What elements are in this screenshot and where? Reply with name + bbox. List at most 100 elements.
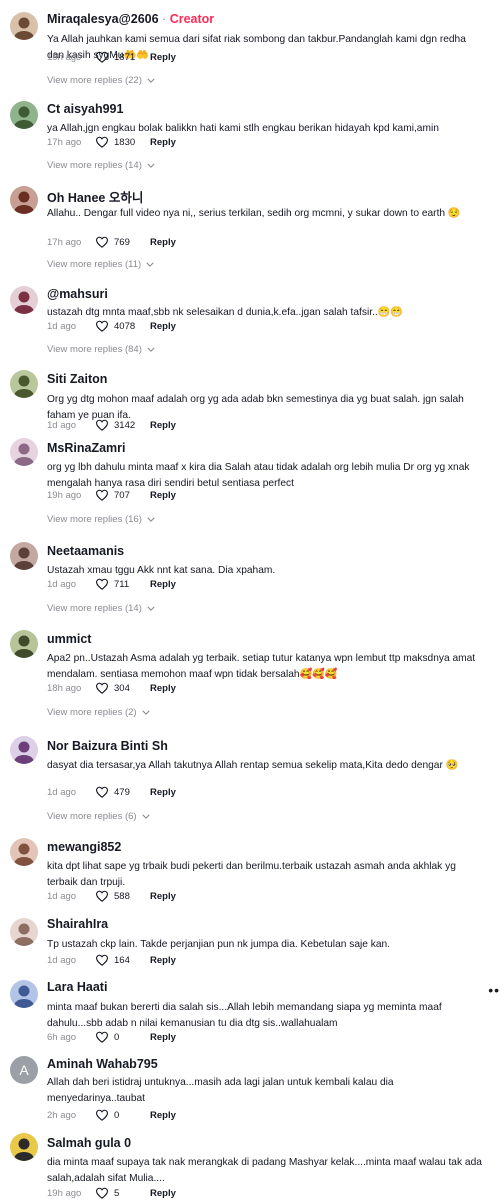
commenter-name[interactable]: @mahsuri: [47, 287, 108, 301]
view-more-replies-button[interactable]: View more replies (6): [47, 811, 150, 822]
reply-button[interactable]: Reply: [150, 1032, 176, 1043]
heart-icon[interactable]: [95, 578, 109, 590]
view-more-replies-button[interactable]: View more replies (2): [47, 707, 150, 718]
reply-button[interactable]: Reply: [150, 321, 176, 332]
reply-button[interactable]: Reply: [150, 787, 176, 798]
comment-time: 17h ago: [47, 136, 82, 148]
chevron-down-icon: [142, 160, 155, 171]
commenter-name[interactable]: Oh Hanee 오하니: [47, 191, 143, 205]
heart-icon[interactable]: [95, 489, 109, 501]
avatar[interactable]: [10, 101, 38, 129]
view-more-replies-label: View more replies (16): [47, 514, 142, 525]
avatar[interactable]: [10, 186, 38, 214]
heart-icon[interactable]: [95, 682, 109, 694]
comment-text: Apa2 pn..Ustazah Asma adalah yg terbaik.…: [47, 653, 476, 680]
view-more-replies-button[interactable]: View more replies (22): [47, 75, 155, 86]
commenter-name[interactable]: Neetaamanis: [47, 544, 124, 558]
avatar[interactable]: [10, 12, 38, 40]
commenter-name[interactable]: ummict: [47, 632, 91, 646]
commenter-name[interactable]: ShairahIra: [47, 917, 108, 931]
heart-icon[interactable]: [95, 419, 109, 431]
view-more-replies-button[interactable]: View more replies (14): [47, 603, 155, 614]
heart-icon[interactable]: [95, 320, 109, 332]
separator-dot: ·: [158, 12, 170, 26]
comment-meta: 1d ago 4078 Reply: [47, 319, 176, 333]
avatar[interactable]: [10, 918, 38, 946]
comment-meta: 1d ago 3142 Reply: [47, 418, 176, 432]
commenter-name[interactable]: Miraqalesya@2606: [47, 12, 159, 26]
commenter-name[interactable]: Siti Zaiton: [47, 372, 107, 386]
heart-icon[interactable]: [95, 236, 109, 248]
view-more-replies-button[interactable]: View more replies (14): [47, 160, 155, 171]
comment-meta: 1d ago 479 Reply: [47, 785, 176, 799]
heart-icon[interactable]: [95, 136, 109, 148]
heart-icon[interactable]: [95, 786, 109, 798]
comment-time: 19h ago: [47, 489, 82, 501]
reply-button[interactable]: Reply: [150, 891, 176, 902]
avatar[interactable]: [10, 630, 38, 658]
commenter-name[interactable]: mewangi852: [47, 840, 121, 854]
like-count: 164: [114, 954, 130, 966]
chevron-down-icon: [142, 344, 155, 355]
avatar[interactable]: [10, 286, 38, 314]
reply-button[interactable]: Reply: [150, 579, 176, 590]
view-more-replies-label: View more replies (22): [47, 75, 142, 86]
comment-time: 18h ago: [47, 682, 82, 694]
avatar[interactable]: A: [10, 1056, 38, 1084]
avatar[interactable]: [10, 838, 38, 866]
like-count: 0: [114, 1031, 120, 1043]
comment-time: 15h ago: [47, 51, 82, 63]
commenter-name[interactable]: Aminah Wahab795: [47, 1057, 158, 1071]
comment-meta: 15h ago 1871 Reply: [47, 50, 176, 64]
avatar[interactable]: [10, 1133, 38, 1161]
comment-meta: 1d ago 164 Reply: [47, 953, 176, 967]
avatar[interactable]: [10, 370, 38, 398]
commenter-name[interactable]: MsRinaZamri: [47, 441, 126, 455]
comment-text: Allah dah beri istidraj untuknya...masih…: [47, 1077, 394, 1104]
view-more-replies-label: View more replies (14): [47, 603, 142, 614]
avatar[interactable]: [10, 736, 38, 764]
like-count: 588: [114, 890, 130, 902]
reply-button[interactable]: Reply: [150, 490, 176, 501]
view-more-replies-button[interactable]: View more replies (16): [47, 514, 155, 525]
heart-icon[interactable]: [95, 51, 109, 63]
avatar[interactable]: [10, 438, 38, 466]
reply-button[interactable]: Reply: [150, 1110, 176, 1121]
heart-icon[interactable]: [95, 1031, 109, 1043]
view-more-replies-button[interactable]: View more replies (11): [47, 259, 154, 270]
heart-icon[interactable]: [95, 954, 109, 966]
more-options-icon[interactable]: ••: [488, 982, 500, 998]
commenter-name[interactable]: Lara Haati: [47, 980, 107, 994]
comment-meta: 2h ago 0 Reply: [47, 1108, 176, 1122]
reply-button[interactable]: Reply: [150, 52, 176, 63]
heart-icon[interactable]: [95, 1109, 109, 1121]
comment-time: 1d ago: [47, 786, 77, 798]
reply-button[interactable]: Reply: [150, 237, 176, 248]
reply-button[interactable]: Reply: [150, 420, 176, 431]
like-count: 707: [114, 489, 130, 501]
avatar[interactable]: [10, 980, 38, 1008]
commenter-name[interactable]: Salmah gula 0: [47, 1136, 131, 1150]
chevron-down-icon: [141, 259, 154, 270]
chevron-down-icon: [137, 707, 150, 718]
commenter-name[interactable]: Nor Baizura Binti Sh: [47, 739, 168, 753]
like-count: 1830: [114, 136, 136, 148]
comment-time: 2h ago: [47, 1109, 77, 1121]
comment-meta: 19h ago 707 Reply: [47, 488, 176, 502]
chevron-down-icon: [142, 514, 155, 525]
view-more-replies-button[interactable]: View more replies (84): [47, 344, 155, 355]
like-count: 304: [114, 682, 130, 694]
heart-icon[interactable]: [95, 890, 109, 902]
view-more-replies-label: View more replies (11): [47, 259, 142, 270]
avatar[interactable]: [10, 542, 38, 570]
commenter-name[interactable]: Ct aisyah991: [47, 102, 123, 116]
reply-button[interactable]: Reply: [150, 137, 176, 148]
view-more-replies-label: View more replies (6): [47, 811, 137, 822]
reply-button[interactable]: Reply: [150, 1188, 176, 1199]
comment-time: 1d ago: [47, 890, 77, 902]
reply-button[interactable]: Reply: [150, 683, 176, 694]
comment-text: Allahu.. Dengar full video nya ni,, seri…: [47, 208, 461, 219]
heart-icon[interactable]: [95, 1187, 109, 1199]
reply-button[interactable]: Reply: [150, 955, 176, 966]
comment-text: kita dpt lihat sape yg trbaik budi peker…: [47, 861, 456, 888]
